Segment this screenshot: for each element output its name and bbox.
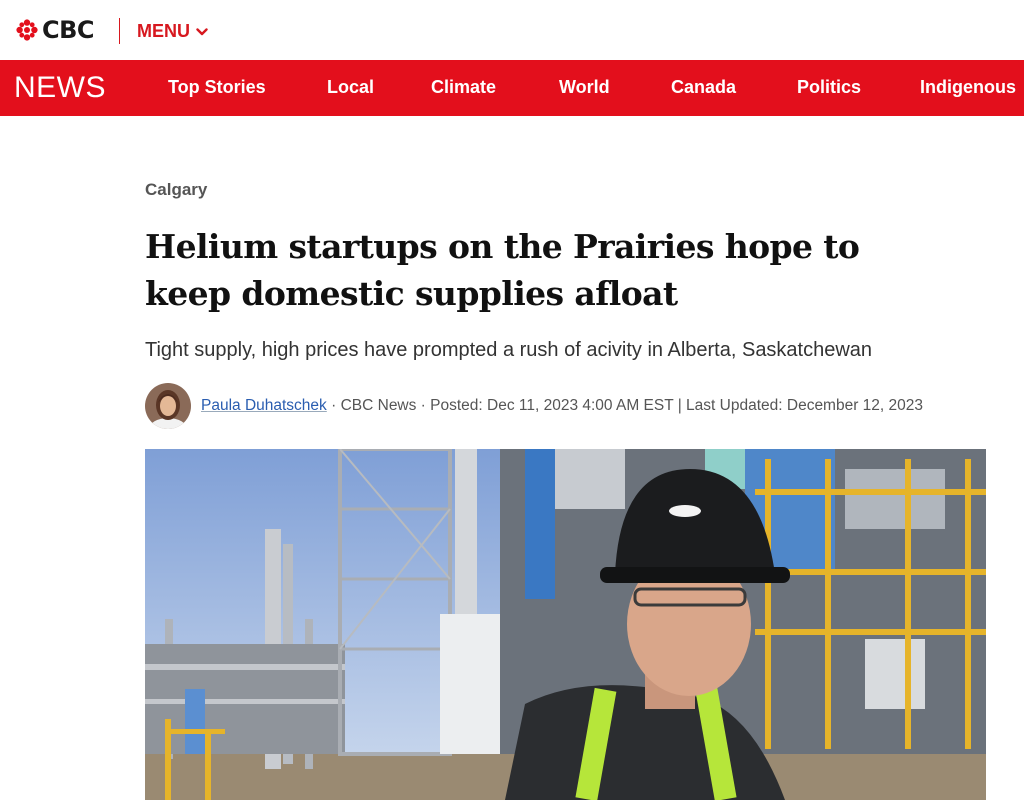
hero-image[interactable] [145,449,986,800]
author-avatar[interactable] [145,383,191,429]
header-divider [119,18,120,44]
news-home-link[interactable]: NEWS [14,71,106,105]
nav-item-politics[interactable]: Politics [797,77,861,98]
menu-label: MENU [137,21,190,41]
nav-item-canada[interactable]: Canada [671,77,736,98]
hero-photo-illustration [145,449,986,800]
brand-name: CBC [42,16,95,44]
nav-item-local[interactable]: Local [327,77,374,98]
byline: Paula Duhatschek · CBC News · Posted: De… [145,383,923,429]
byline-meta: · CBC News · Posted: Dec 11, 2023 4:00 A… [326,397,924,414]
nav-item-indigenous[interactable]: Indigenous [920,77,1016,98]
menu-button[interactable]: MENU [137,21,208,42]
top-header: CBC MENU [0,0,1024,60]
byline-text: Paula Duhatschek · CBC News · Posted: De… [201,397,923,415]
author-link[interactable]: Paula Duhatschek [201,397,327,414]
subheadline: Tight supply, high prices have prompted … [145,339,873,361]
nav-item-top-stories[interactable]: Top Stories [168,77,266,98]
nav-item-climate[interactable]: Climate [431,77,496,98]
nav-item-world[interactable]: World [559,77,610,98]
section-link-calgary[interactable]: Calgary [145,180,207,200]
cbc-logo[interactable]: CBC [16,16,95,44]
cbc-gem-icon [16,19,38,41]
section-nav: NEWS Top Stories Local Climate World Can… [0,60,1024,116]
chevron-down-icon [196,27,208,35]
headline: Helium startups on the Prairies hope to … [145,227,860,313]
